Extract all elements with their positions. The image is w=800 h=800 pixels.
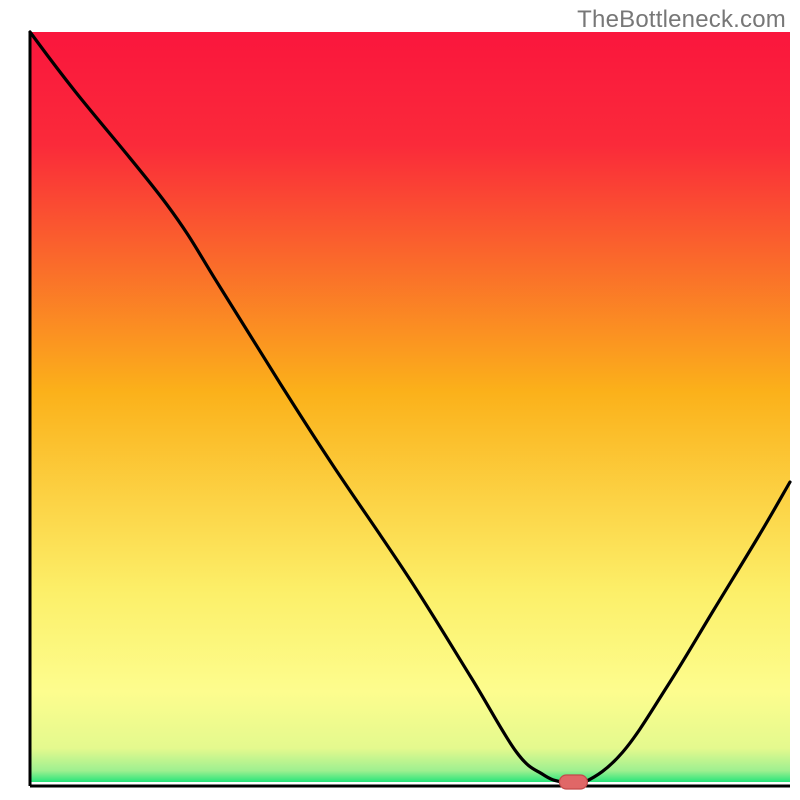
watermark-text: TheBottleneck.com (577, 6, 786, 34)
chart-container: TheBottleneck.com (0, 0, 800, 800)
bottleneck-chart (0, 0, 800, 800)
optimal-marker (559, 775, 587, 789)
